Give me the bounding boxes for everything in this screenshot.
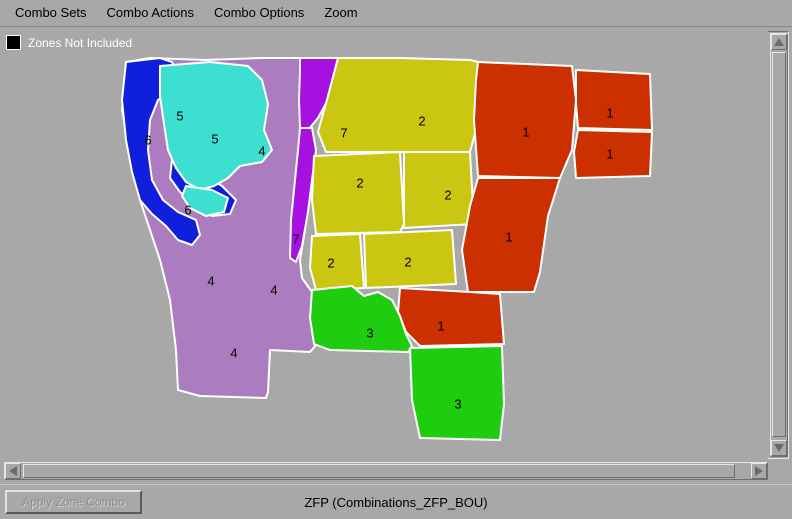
zone-label-2: 2 xyxy=(418,113,425,128)
vertical-scrollbar[interactable] xyxy=(770,33,788,457)
zone-label-2: 2 xyxy=(444,187,451,202)
zone-label-4: 4 xyxy=(207,273,214,288)
zone-label-2: 2 xyxy=(327,255,334,270)
up-arrow-icon xyxy=(774,38,784,46)
zone-label-6: 6 xyxy=(144,132,151,147)
zone-map[interactable]: 5 5 6 6 4 4 4 4 7 7 2 2 2 2 2 1 1 1 1 1 3 3 xyxy=(3,31,768,459)
zone-2-southwest[interactable] xyxy=(309,233,365,291)
horizontal-scrollbar[interactable] xyxy=(4,462,768,480)
scroll-up-button[interactable] xyxy=(771,34,787,50)
zone-label-7: 7 xyxy=(340,125,347,140)
zone-1-south[interactable] xyxy=(397,287,505,347)
left-arrow-icon xyxy=(9,466,17,476)
zone-label-1: 1 xyxy=(505,229,512,244)
down-arrow-icon xyxy=(774,444,784,452)
zone-1-north[interactable] xyxy=(473,61,577,179)
menu-zoom[interactable]: Zoom xyxy=(315,2,366,24)
legend: Zones Not Included xyxy=(6,35,132,50)
zone-label-3: 3 xyxy=(366,325,373,340)
zones-not-included-swatch xyxy=(6,35,21,50)
zone-label-6: 6 xyxy=(184,202,191,217)
horizontal-scroll-thumb[interactable] xyxy=(23,464,735,478)
zone-1-ne-upper[interactable] xyxy=(575,69,653,131)
zones-not-included-label: Zones Not Included xyxy=(28,35,133,50)
menu-combo-options[interactable]: Combo Options xyxy=(205,2,313,24)
scroll-right-button[interactable] xyxy=(751,463,767,479)
zone-label-1: 1 xyxy=(606,146,613,161)
bottom-bar: ZFP (Combinations_ZFP_BOU) Apply Zone Co… xyxy=(0,484,792,518)
zone-label-1: 1 xyxy=(522,124,529,139)
zone-label-4: 4 xyxy=(258,143,265,158)
zone-label-5: 5 xyxy=(211,131,218,146)
menu-combo-actions[interactable]: Combo Actions xyxy=(98,2,203,24)
zone-label-1: 1 xyxy=(606,105,613,120)
vertical-scroll-thumb[interactable] xyxy=(772,52,786,437)
right-arrow-icon xyxy=(755,466,763,476)
zone-label-7: 7 xyxy=(292,231,299,246)
zone-label-5: 5 xyxy=(176,108,183,123)
zone-label-4: 4 xyxy=(230,345,237,360)
menu-bar: Combo Sets Combo Actions Combo Options Z… xyxy=(0,0,792,27)
zone-label-4: 4 xyxy=(270,282,277,297)
zone-label-2: 2 xyxy=(356,175,363,190)
zone-3-south[interactable] xyxy=(409,345,505,441)
scroll-left-button[interactable] xyxy=(5,463,21,479)
zone-label-3: 3 xyxy=(454,396,461,411)
zone-2-west[interactable] xyxy=(311,151,405,235)
zone-label-1: 1 xyxy=(437,318,444,333)
menu-combo-sets[interactable]: Combo Sets xyxy=(6,2,96,24)
map-viewport[interactable]: 5 5 6 6 4 4 4 4 7 7 2 2 2 2 2 1 1 1 1 1 3 3 xyxy=(3,31,768,459)
zone-label-2: 2 xyxy=(404,254,411,269)
zone-2-east[interactable] xyxy=(403,151,475,229)
apply-zone-combo-button[interactable]: Apply Zone Combo xyxy=(5,490,142,514)
scroll-down-button[interactable] xyxy=(771,440,787,456)
combo-editor-window: Combo Sets Combo Actions Combo Options Z… xyxy=(0,0,792,518)
